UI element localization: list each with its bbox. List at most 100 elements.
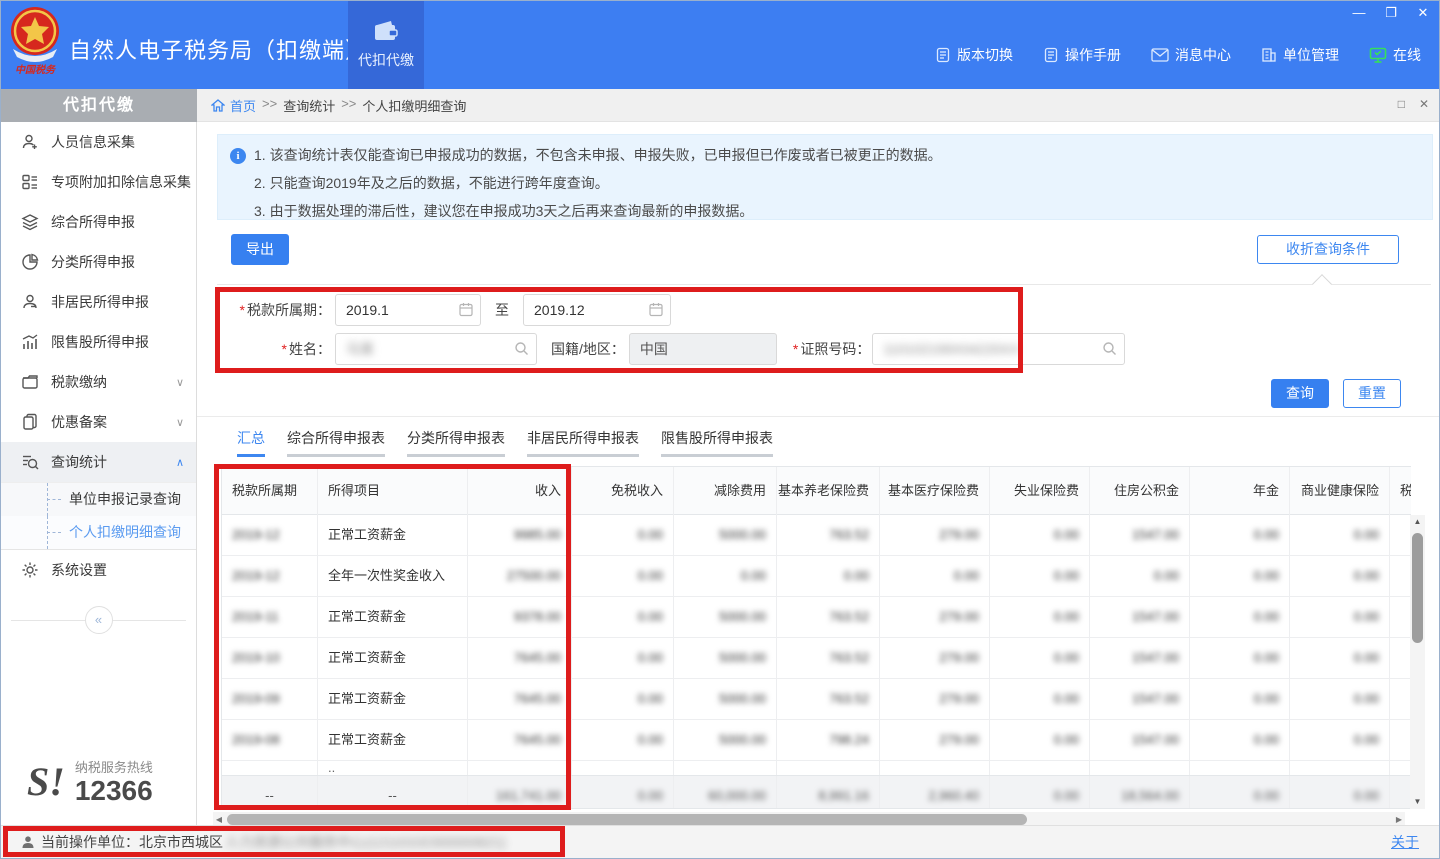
tab-2[interactable]: 综合所得申报表: [287, 428, 385, 457]
id-number-input[interactable]: 110102199X04220XX: [872, 333, 1125, 365]
notice-line: 1. 该查询统计表仅能查询已申报成功的数据，不包含未申报、申报失败，已申报但已作…: [254, 145, 1420, 165]
info-icon: i: [230, 148, 246, 164]
column-header: 年金: [1190, 467, 1290, 515]
table-cell: --: [318, 776, 468, 809]
to-label: 至: [495, 300, 509, 320]
main-panel: i 1. 该查询统计表仅能查询已申报成功的数据，不包含未申报、申报失败，已申报但…: [197, 122, 1439, 825]
scroll-down-icon[interactable]: ▼: [1410, 795, 1425, 809]
table-cell: 0.00: [572, 556, 674, 596]
table-cell: 279.00: [880, 597, 990, 637]
home-icon: [211, 99, 225, 112]
sidebar-item-1[interactable]: 人员信息采集: [1, 122, 196, 162]
tab-4[interactable]: 非居民所得申报表: [527, 428, 639, 457]
about-link[interactable]: 关于: [1391, 832, 1419, 852]
breadcrumb-home[interactable]: 首页: [211, 96, 256, 115]
pie-icon: [21, 253, 39, 271]
sidebar-item-9[interactable]: 查询统计∧: [1, 442, 196, 482]
nationality-label: 国籍/地区：: [551, 339, 625, 359]
person-add-icon: [21, 133, 39, 151]
sidebar-item-2[interactable]: 专项附加扣除信息采集: [1, 162, 196, 202]
scroll-right-icon[interactable]: ▶: [1393, 812, 1405, 825]
table-cell: 0.00: [1290, 515, 1390, 555]
horizontal-scroll-thumb[interactable]: [227, 814, 1027, 825]
table-cell: 279.00: [880, 720, 990, 760]
sub-bar: 代扣代缴 首页 >>查询统计>>个人扣缴明细查询 □ ✕: [1, 89, 1439, 122]
table-cell: 9985.00: [468, 515, 572, 555]
vertical-scroll-thumb[interactable]: [1412, 533, 1423, 643]
divider: [217, 284, 1431, 285]
table-cell: [880, 761, 990, 776]
tab-5[interactable]: 限售股所得申报表: [661, 428, 773, 457]
sidebar-item-6[interactable]: 限售股所得申报: [1, 322, 196, 362]
tax-emblem-logo: 中国税务: [9, 5, 61, 81]
panel-controls: □ ✕: [1398, 97, 1429, 111]
sidebar-item-7[interactable]: 税款缴纳∨: [1, 362, 196, 402]
search-button[interactable]: 查询: [1271, 379, 1329, 408]
table-cell: [1390, 776, 1411, 809]
sidebar-collapse-button[interactable]: «: [85, 606, 113, 634]
column-header: 免税收入: [572, 467, 674, 515]
result-table: 税款所属期所得项目收入免税收入减除费用基本养老保险费基本医疗保险费失业保险费住房…: [221, 466, 1411, 809]
horizontal-scrollbar[interactable]: ◀ ▶: [213, 812, 1405, 825]
table-row: 2019-12全年一次性奖金收入27500.000.000.000.000.00…: [222, 556, 1411, 597]
header-menu-item-3[interactable]: 消息中心: [1151, 45, 1231, 65]
period-from-input[interactable]: 2019.1: [335, 294, 481, 326]
export-button[interactable]: 导出: [231, 234, 289, 265]
table-cell: 5000.00: [674, 515, 777, 555]
sidebar-item-4[interactable]: 分类所得申报: [1, 242, 196, 282]
tab-1[interactable]: 汇总: [237, 428, 265, 457]
table-cell: 0.00: [572, 679, 674, 719]
table-cell: 0.00: [990, 597, 1090, 637]
layers-icon: [21, 213, 39, 231]
header-menu-item-5[interactable]: 在线: [1369, 45, 1421, 65]
table-cell: 0.00: [990, 515, 1090, 555]
breadcrumb-separator: >>: [262, 96, 277, 115]
table-cell: 0.00: [990, 556, 1090, 596]
tab-3[interactable]: 分类所得申报表: [407, 428, 505, 457]
table-cell: 1547.00: [1090, 720, 1190, 760]
nationality-input: 中国: [629, 333, 777, 365]
header-menu-label: 在线: [1393, 45, 1421, 65]
search-icon[interactable]: [1102, 341, 1117, 356]
table-cell: 0.00: [572, 720, 674, 760]
sidebar-item-10[interactable]: 系统设置: [1, 550, 196, 590]
scroll-up-icon[interactable]: ▲: [1410, 515, 1425, 529]
table-cell: 2019-09: [222, 679, 318, 719]
panel-restore-icon[interactable]: □: [1398, 97, 1405, 111]
panel-close-icon[interactable]: ✕: [1419, 97, 1429, 111]
table-cell: 2,960.40: [880, 776, 990, 809]
minimize-icon[interactable]: —: [1351, 5, 1367, 21]
table-cell: 161,741.00: [468, 776, 572, 809]
copy-icon: [21, 413, 39, 431]
breadcrumb-item[interactable]: 查询统计: [283, 96, 335, 115]
column-header: 失业保险费: [990, 467, 1090, 515]
restore-icon[interactable]: ❐: [1383, 5, 1399, 21]
table-cell: 2019-12: [222, 515, 318, 555]
table-row: 2019-09正常工资薪金7645.000.005000.00763.52279…: [222, 679, 1411, 720]
sidebar-subitem-[interactable]: 单位申报记录查询: [1, 483, 196, 516]
vertical-scrollbar[interactable]: ▲ ▼: [1410, 515, 1425, 809]
notice-line: 2. 只能查询2019年及之后的数据，不能进行跨年度查询。: [254, 173, 1420, 193]
search-icon[interactable]: [514, 341, 529, 356]
sidebar-item-8[interactable]: 优惠备案∨: [1, 402, 196, 442]
reset-button[interactable]: 重置: [1343, 379, 1401, 408]
close-icon[interactable]: ✕: [1415, 5, 1431, 21]
header-menu-item-4[interactable]: 单位管理: [1261, 45, 1339, 65]
notice-panel: i 1. 该查询统计表仅能查询已申报成功的数据，不包含未申报、申报失败，已申报但…: [217, 134, 1433, 220]
collapse-query-button[interactable]: 收折查询条件: [1257, 235, 1399, 264]
sidebar-subitem-active[interactable]: 个人扣缴明细查询: [1, 516, 196, 549]
scroll-left-icon[interactable]: ◀: [213, 812, 225, 825]
calendar-icon: [649, 302, 663, 317]
doc-icon: [1043, 47, 1059, 63]
sidebar-item-3[interactable]: 综合所得申报: [1, 202, 196, 242]
breadcrumb-item[interactable]: 个人扣缴明细查询: [362, 96, 466, 115]
nav-tab-withholding[interactable]: 代扣代缴: [348, 1, 424, 89]
name-input[interactable]: 马某: [335, 333, 537, 365]
table-cell: 798.24: [777, 720, 880, 760]
column-header: 基本养老保险费: [777, 467, 880, 515]
header-menu-item-1[interactable]: 版本切换: [935, 45, 1013, 65]
sidebar-item-5[interactable]: 非居民所得申报: [1, 282, 196, 322]
period-to-input[interactable]: 2019.12: [523, 294, 671, 326]
header-menu-item-2[interactable]: 操作手册: [1043, 45, 1121, 65]
table-cell: 正常工资薪金: [318, 720, 468, 760]
